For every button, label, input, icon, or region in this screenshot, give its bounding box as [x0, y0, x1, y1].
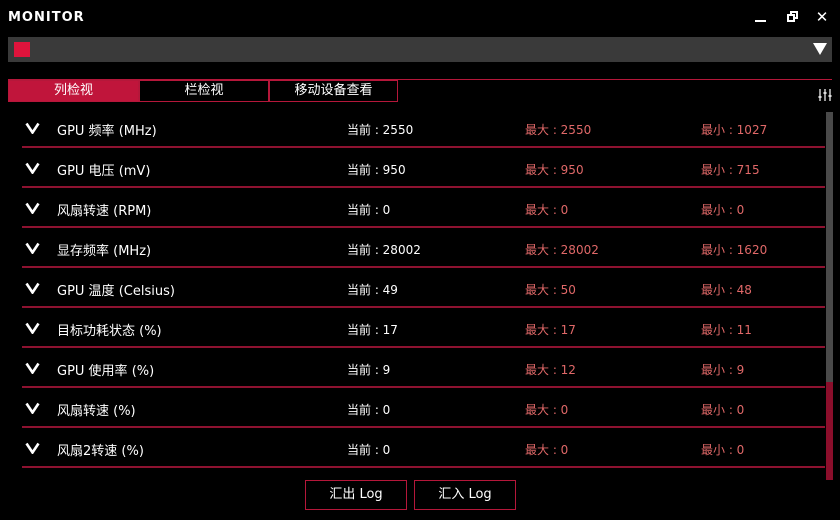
- list-item[interactable]: 显存频率 (MHz) 当前 : 28002 最大 : 28002 最小 : 16…: [22, 228, 825, 268]
- metric-min: 最小 : 9: [701, 363, 745, 377]
- list-item[interactable]: GPU 温度 (Celsius) 当前 : 49 最大 : 50 最小 : 48: [22, 268, 825, 308]
- metric-name: GPU 频率 (MHz): [57, 124, 157, 139]
- restore-icon[interactable]: [784, 8, 802, 26]
- metric-max: 最大 : 28002: [525, 243, 599, 257]
- metric-name: 风扇转速 (%): [57, 404, 136, 419]
- chevron-down-icon[interactable]: [25, 162, 40, 174]
- metric-current: 当前 : 49: [347, 283, 398, 297]
- metric-min: 最小 : 715: [701, 163, 760, 177]
- metric-min: 最小 : 1027: [701, 123, 768, 137]
- list-item[interactable]: 目标功耗状态 (%) 当前 : 17 最大 : 17 最小 : 11: [22, 308, 825, 348]
- list-item[interactable]: GPU 电压 (mV) 当前 : 950 最大 : 950 最小 : 715: [22, 148, 825, 188]
- list-item[interactable]: 风扇转速 (RPM) 当前 : 0 最大 : 0 最小 : 0: [22, 188, 825, 228]
- metric-current: 当前 : 0: [347, 203, 391, 217]
- metric-max: 最大 : 0: [525, 443, 569, 457]
- metric-name: GPU 电压 (mV): [57, 164, 151, 179]
- tab-list-view[interactable]: 列检视: [8, 80, 139, 102]
- metric-min: 最小 : 48: [701, 283, 752, 297]
- tab-mobile-view[interactable]: 移动设备查看: [269, 80, 398, 102]
- device-color-swatch: [14, 42, 30, 57]
- metric-max: 最大 : 12: [525, 363, 576, 377]
- metric-max: 最大 : 17: [525, 323, 576, 337]
- metric-name: 风扇转速 (RPM): [57, 204, 152, 219]
- metric-max: 最大 : 0: [525, 403, 569, 417]
- title-bar: MONITOR ✕: [0, 0, 840, 34]
- metric-name: GPU 使用率 (%): [57, 364, 155, 379]
- metric-current: 当前 : 2550: [347, 123, 414, 137]
- metric-max: 最大 : 0: [525, 203, 569, 217]
- minimize-icon[interactable]: [752, 8, 770, 26]
- metric-current: 当前 : 0: [347, 403, 391, 417]
- export-log-button[interactable]: 汇出 Log: [305, 480, 407, 510]
- chevron-down-icon[interactable]: [25, 322, 40, 334]
- sliders-icon[interactable]: [818, 88, 832, 102]
- metric-current: 当前 : 950: [347, 163, 406, 177]
- app-title: MONITOR: [8, 10, 85, 25]
- list-item[interactable]: GPU 频率 (MHz) 当前 : 2550 最大 : 2550 最小 : 10…: [22, 108, 825, 148]
- metric-name: 风扇2转速 (%): [57, 444, 144, 459]
- scrollbar-thumb[interactable]: [826, 382, 833, 480]
- scrollbar-track[interactable]: [826, 112, 833, 480]
- list-item[interactable]: 风扇2转速 (%) 当前 : 0 最大 : 0 最小 : 0: [22, 428, 825, 468]
- metric-min: 最小 : 0: [701, 203, 745, 217]
- triangle-down-icon[interactable]: [813, 43, 827, 55]
- list-item[interactable]: 风扇转速 (%) 当前 : 0 最大 : 0 最小 : 0: [22, 388, 825, 428]
- close-icon[interactable]: ✕: [813, 8, 831, 26]
- metric-current: 当前 : 9: [347, 363, 391, 377]
- device-selector[interactable]: [8, 37, 832, 62]
- metric-min: 最小 : 0: [701, 403, 745, 417]
- import-log-button[interactable]: 汇入 Log: [414, 480, 516, 510]
- chevron-down-icon[interactable]: [25, 442, 40, 454]
- metric-name: GPU 温度 (Celsius): [57, 284, 175, 299]
- restore-square-front: [787, 14, 795, 22]
- metric-current: 当前 : 28002: [347, 243, 421, 257]
- metrics-list: GPU 频率 (MHz) 当前 : 2550 最大 : 2550 最小 : 10…: [22, 108, 825, 470]
- chevron-down-icon[interactable]: [25, 362, 40, 374]
- chevron-down-icon[interactable]: [25, 402, 40, 414]
- metric-min: 最小 : 11: [701, 323, 752, 337]
- tab-column-view[interactable]: 栏检视: [139, 80, 269, 102]
- metric-name: 显存频率 (MHz): [57, 244, 152, 259]
- chevron-down-icon[interactable]: [25, 282, 40, 294]
- chevron-down-icon[interactable]: [25, 122, 40, 134]
- metric-current: 当前 : 17: [347, 323, 398, 337]
- chevron-down-icon[interactable]: [25, 202, 40, 214]
- metric-current: 当前 : 0: [347, 443, 391, 457]
- metric-min: 最小 : 1620: [701, 243, 768, 257]
- metric-max: 最大 : 2550: [525, 123, 592, 137]
- list-item[interactable]: GPU 使用率 (%) 当前 : 9 最大 : 12 最小 : 9: [22, 348, 825, 388]
- metric-max: 最大 : 50: [525, 283, 576, 297]
- metric-min: 最小 : 0: [701, 443, 745, 457]
- metric-max: 最大 : 950: [525, 163, 584, 177]
- chevron-down-icon[interactable]: [25, 242, 40, 254]
- metric-name: 目标功耗状态 (%): [57, 324, 162, 339]
